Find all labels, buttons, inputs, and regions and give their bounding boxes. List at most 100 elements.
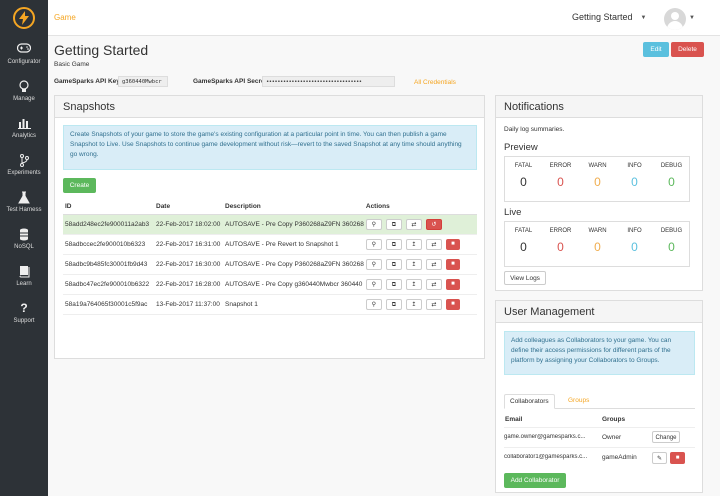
sidebar-item-analytics[interactable]: Analytics bbox=[0, 112, 48, 149]
view-logs-button[interactable]: View Logs bbox=[504, 271, 546, 285]
shuffle-icon[interactable]: ⇄ bbox=[425, 298, 442, 310]
live-info-count: 0 bbox=[631, 240, 638, 254]
tab-groups[interactable]: Groups bbox=[563, 394, 594, 409]
copy-icon[interactable]: ⧉ bbox=[385, 278, 402, 290]
preview-info-count: 0 bbox=[631, 175, 638, 189]
snapshot-description: AUTOSAVE - Pre Copy P360268aZ9FN 360268 bbox=[223, 254, 364, 275]
api-key-value[interactable]: g360440Mwbcr bbox=[118, 76, 168, 87]
upload-icon[interactable]: ↥ bbox=[405, 278, 422, 290]
tab-collaborators[interactable]: Collaborators bbox=[504, 394, 555, 409]
gamesparks-logo[interactable] bbox=[0, 0, 48, 36]
search-icon[interactable]: ⚲ bbox=[365, 298, 382, 310]
level-name: ERROR bbox=[549, 228, 572, 234]
upload-icon[interactable]: ↥ bbox=[405, 258, 422, 270]
search-icon[interactable]: ⚲ bbox=[365, 218, 382, 230]
breadcrumb[interactable]: Game bbox=[54, 13, 76, 22]
live-debug-count: 0 bbox=[668, 240, 675, 254]
upload-icon[interactable]: ↥ bbox=[405, 238, 422, 250]
table-row: 58adbc9b485fc30001fb9d43 22-Feb-2017 16:… bbox=[63, 254, 477, 275]
collaborator-email: collaborator1@gamesparks.c... bbox=[504, 454, 588, 460]
avatar[interactable] bbox=[664, 8, 686, 30]
sidebar-item-nosql[interactable]: NoSQL bbox=[0, 223, 48, 260]
preview-error-count: 0 bbox=[557, 175, 564, 189]
branch-icon bbox=[0, 149, 48, 167]
all-credentials-link[interactable]: All Credentials bbox=[414, 79, 456, 86]
lightbulb-icon bbox=[0, 75, 48, 93]
snapshot-description: AUTOSAVE - Pre Copy P360268aZ9FN 360268 bbox=[223, 214, 364, 235]
live-fatal-count: 0 bbox=[520, 240, 527, 254]
column-header: Actions bbox=[363, 200, 477, 215]
level-name: WARN bbox=[588, 228, 607, 234]
sidebar-item-experiments[interactable]: Experiments bbox=[0, 149, 48, 186]
game-select[interactable]: Getting Started ▼ bbox=[572, 12, 647, 22]
email-column-header: Email bbox=[505, 416, 523, 423]
sidebar-item-label: Configurator bbox=[7, 59, 41, 65]
snapshot-id: 58a19a764065f30001c5f9ac bbox=[63, 294, 154, 315]
add-collaborator-button[interactable]: Add Collaborator bbox=[504, 473, 566, 488]
snapshot-date: 22-Feb-2017 18:02:00 bbox=[154, 214, 223, 235]
snapshot-description: Snapshot 1 bbox=[223, 294, 364, 315]
snapshot-date: 13-Feb-2017 11:37:00 bbox=[154, 294, 223, 315]
pencil-icon[interactable]: ✎ bbox=[652, 452, 667, 464]
trash-icon[interactable]: ■ bbox=[445, 258, 460, 270]
preview-debug-count: 0 bbox=[668, 175, 675, 189]
level-name: DEBUG bbox=[660, 228, 683, 234]
edit-button[interactable]: Edit bbox=[643, 42, 669, 57]
api-secret-label: GameSparks API Secret bbox=[193, 78, 267, 85]
snapshot-date: 22-Feb-2017 16:31:00 bbox=[154, 234, 223, 255]
search-icon[interactable]: ⚲ bbox=[365, 258, 382, 270]
level-name: FATAL bbox=[514, 228, 533, 234]
notifications-subtitle: Daily log summaries. bbox=[504, 126, 565, 133]
page-subtitle: Basic Game bbox=[54, 61, 90, 68]
level-name: ERROR bbox=[549, 163, 572, 169]
shuffle-icon[interactable]: ⇄ bbox=[425, 238, 442, 250]
caret-down-icon: ▼ bbox=[640, 14, 647, 21]
delete-button[interactable]: Delete bbox=[671, 42, 704, 57]
sidebar-item-test-harness[interactable]: Test Harness bbox=[0, 186, 48, 223]
sidebar-item-learn[interactable]: Learn bbox=[0, 260, 48, 297]
change-button[interactable]: Change bbox=[652, 431, 680, 443]
copy-icon[interactable]: ⧉ bbox=[385, 298, 402, 310]
snapshot-description: AUTOSAVE - Pre Revert to Snapshot 1 bbox=[223, 234, 364, 255]
snapshots-info: Create Snapshots of your game to store t… bbox=[63, 125, 477, 170]
search-icon[interactable]: ⚲ bbox=[365, 238, 382, 250]
sidebar-item-manage[interactable]: Manage bbox=[0, 75, 48, 112]
sidebar-item-label: Test Harness bbox=[6, 207, 42, 213]
trash-icon[interactable]: ■ bbox=[445, 238, 460, 250]
table-row: 58adbccec2fe900010b6323 22-Feb-2017 16:3… bbox=[63, 234, 477, 255]
upload-icon[interactable]: ↥ bbox=[405, 298, 422, 310]
sidebar-item-support[interactable]: ? Support bbox=[0, 297, 48, 334]
level-name: WARN bbox=[588, 163, 607, 169]
trash-icon[interactable]: ■ bbox=[445, 278, 460, 290]
trash-icon[interactable]: ■ bbox=[670, 452, 685, 464]
shuffle-icon[interactable]: ⇄ bbox=[405, 218, 422, 230]
sidebar-item-label: Experiments bbox=[7, 170, 41, 176]
user-management-panel: User Management Add colleagues as Collab… bbox=[495, 300, 703, 493]
copy-icon[interactable]: ⧉ bbox=[385, 218, 402, 230]
shuffle-icon[interactable]: ⇄ bbox=[425, 278, 442, 290]
caret-down-icon[interactable]: ▼ bbox=[689, 15, 695, 21]
column-header: Date bbox=[154, 200, 223, 215]
sidebar-item-configurator[interactable]: Configurator bbox=[0, 38, 48, 75]
topbar: Game Getting Started ▼ ▼ bbox=[48, 0, 720, 36]
search-icon[interactable]: ⚲ bbox=[365, 278, 382, 290]
table-row: 58a19a764065f30001c5f9ac 13-Feb-2017 11:… bbox=[63, 294, 477, 315]
notifications-title: Notifications bbox=[496, 96, 702, 118]
copy-icon[interactable]: ⧉ bbox=[385, 238, 402, 250]
sidebar: Configurator Manage Analytics Experiment… bbox=[0, 0, 48, 496]
preview-levels: FATAL 0 ERROR 0 WARN 0 INFO 0 DEBUG 0 bbox=[504, 156, 690, 202]
table-row: game.owner@gamesparks.c... Owner Change bbox=[504, 427, 695, 447]
live-title: Live bbox=[504, 207, 522, 218]
main-content: Getting Started Basic Game Edit Delete G… bbox=[48, 36, 720, 496]
notifications-panel: Notifications Daily log summaries. Previ… bbox=[495, 95, 703, 291]
trash-icon[interactable]: ■ bbox=[445, 298, 460, 310]
user-management-info: Add colleagues as Collaborators to your … bbox=[504, 331, 695, 375]
shuffle-icon[interactable]: ⇄ bbox=[425, 258, 442, 270]
revert-icon[interactable]: ↺ bbox=[425, 218, 442, 230]
preview-title: Preview bbox=[504, 142, 538, 153]
collaborator-group: gameAdmin bbox=[602, 454, 637, 461]
snapshots-panel: Snapshots Create Snapshots of your game … bbox=[54, 95, 485, 359]
create-snapshot-button[interactable]: Create bbox=[63, 178, 96, 193]
copy-icon[interactable]: ⧉ bbox=[385, 258, 402, 270]
api-secret-value[interactable]: •••••••••••••••••••••••••••••••••• bbox=[262, 76, 395, 87]
